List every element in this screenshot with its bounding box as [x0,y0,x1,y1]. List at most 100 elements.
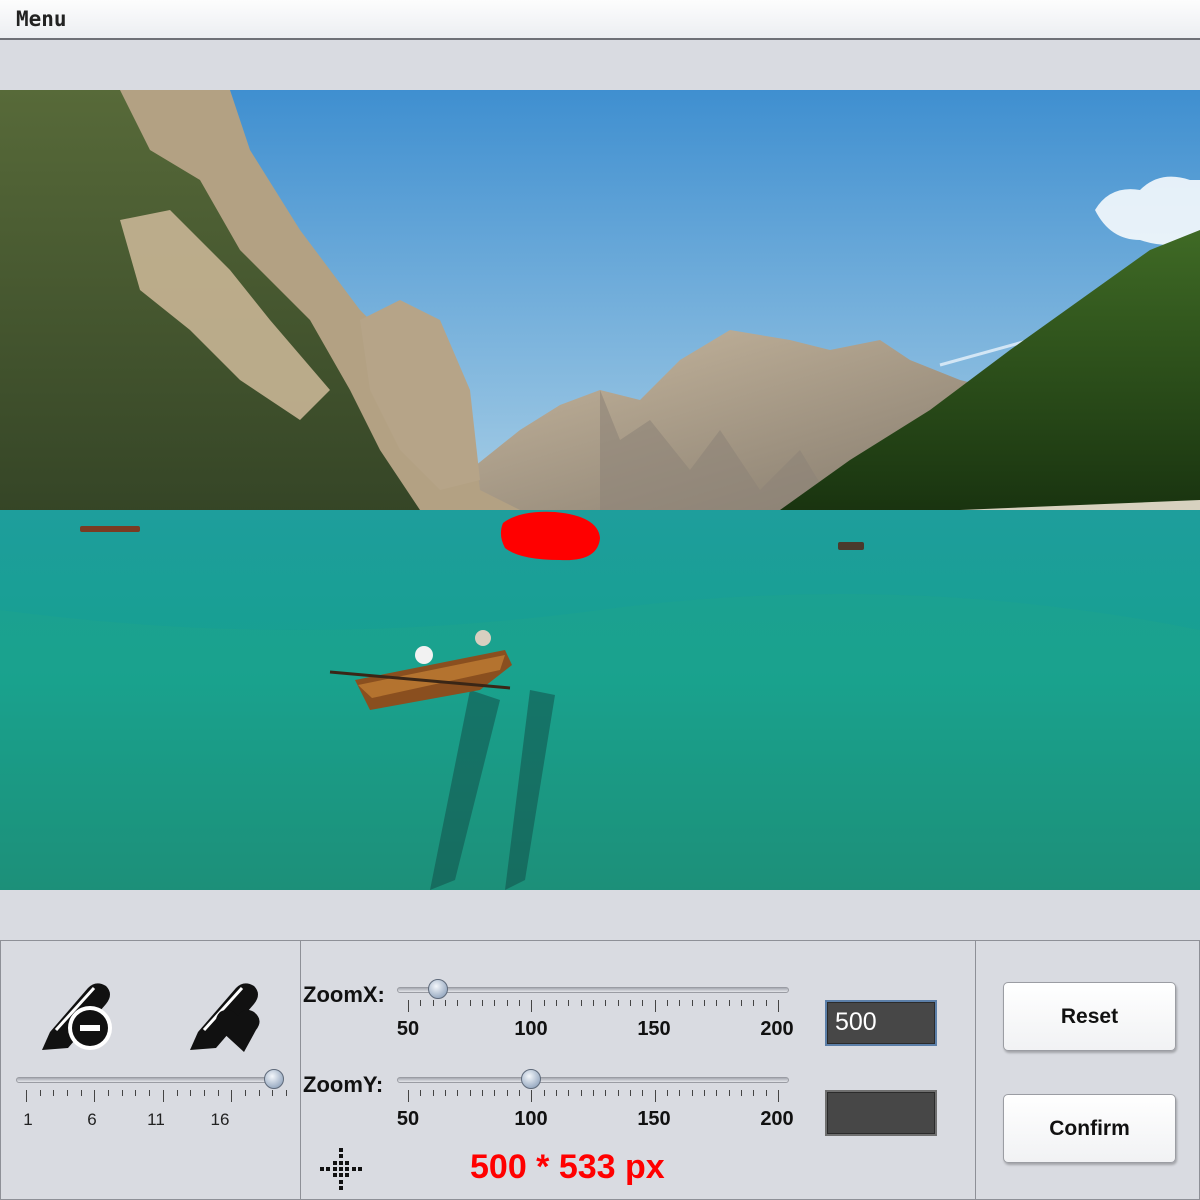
brush-size-thumb[interactable] [264,1069,284,1089]
image-size-readout: 500 * 533 px [470,1148,665,1186]
canvas-image[interactable] [0,90,1200,890]
zoom-x-thumb[interactable] [427,979,448,999]
zoom-x-field[interactable]: 500 [825,1000,937,1046]
tick-mark [667,1000,668,1006]
tick-mark [203,1090,205,1096]
tick-mark [728,1090,730,1096]
tick-mark [580,1000,582,1006]
zoom-y-tick-label: 100 [514,1108,548,1130]
tick-mark [432,1090,434,1096]
tick-mark [26,1090,27,1102]
tick-mark [162,1090,164,1102]
brush-size-ticks [26,1090,287,1104]
tick-mark [605,1000,607,1006]
tick-mark [457,1090,459,1096]
tick-mark [691,1000,693,1006]
zoom-y-tick-label: 50 [396,1108,420,1130]
tick-mark [531,1000,533,1012]
tick-mark [80,1090,82,1096]
tick-mark [457,1000,459,1006]
tick-mark [408,1000,409,1012]
tick-mark [617,1000,619,1006]
tick-mark [679,1090,681,1096]
tick-mark [445,1000,446,1006]
tick-mark [704,1000,705,1006]
tick-mark [67,1090,69,1096]
zoom-y-thumb[interactable] [521,1069,542,1089]
menu-menu[interactable]: Menu [16,7,67,31]
tick-mark [741,1000,742,1006]
tick-mark [765,1000,767,1006]
tick-mark [704,1090,705,1096]
tick-mark [420,1000,422,1006]
zoom-y-tick-label: 150 [637,1108,671,1130]
tick-mark [667,1090,668,1096]
tick-mark [568,1090,570,1096]
tick-mark [593,1000,594,1006]
tick-mark [741,1090,742,1096]
tick-mark [39,1090,41,1096]
tick-mark [630,1000,631,1006]
tick-mark [642,1090,644,1096]
tick-mark [519,1000,520,1006]
brush-size-track [16,1077,280,1083]
menu-bar: Menu [0,0,1200,40]
tick-mark [556,1000,557,1006]
pen-minus-icon[interactable] [36,978,116,1054]
tick-mark [543,1000,545,1006]
tick-mark [765,1090,767,1096]
brush-tick-label: 1 [23,1110,33,1129]
tick-mark [469,1000,471,1006]
tick-mark [593,1090,594,1096]
zoom-y-label: ZoomY: [303,1072,384,1097]
tick-mark [630,1090,631,1096]
drawing-canvas-area [0,42,1200,938]
tick-mark [691,1090,693,1096]
confirm-button[interactable]: Confirm [1003,1094,1176,1163]
tick-mark [753,1090,755,1096]
tick-mark [778,1090,779,1102]
zoom-x-tick-label: 100 [514,1018,548,1040]
tick-mark [654,1000,656,1012]
zoom-x-ticks [408,1000,779,1014]
zoom-y-field[interactable] [825,1090,937,1136]
tick-mark [506,1000,508,1006]
tick-mark [494,1090,496,1096]
tick-mark [135,1090,137,1096]
tick-mark [506,1090,508,1096]
tick-mark [108,1090,110,1096]
tick-mark [272,1090,274,1096]
zoom-x-tick-label: 200 [760,1018,794,1040]
tick-mark [654,1090,656,1102]
tick-mark [494,1000,496,1006]
tick-mark [445,1090,446,1096]
tick-mark [728,1000,730,1006]
tick-mark [53,1090,55,1096]
tick-mark [556,1090,557,1096]
tick-mark [408,1090,409,1102]
tick-mark [432,1000,434,1006]
tick-mark [580,1090,582,1096]
tick-mark [482,1000,483,1006]
pen-heart-icon[interactable] [186,978,266,1054]
reset-button[interactable]: Reset [1003,982,1176,1051]
brush-tick-label: 16 [210,1110,230,1129]
brush-tick-label: 11 [147,1110,165,1129]
tick-mark [190,1090,192,1096]
tick-mark [217,1090,219,1096]
tick-mark [286,1090,287,1096]
tick-mark [94,1090,96,1102]
tick-mark [716,1000,718,1006]
tick-mark [149,1090,151,1096]
tick-mark [176,1090,178,1096]
tick-mark [543,1090,545,1096]
tick-mark [420,1090,422,1096]
tick-mark [519,1090,520,1096]
move-crosshair-icon[interactable] [318,1146,364,1192]
tick-mark [679,1000,681,1006]
zoom-x-label: ZoomX: [303,982,385,1007]
zoom-y-track [397,1077,789,1083]
tick-mark [469,1090,471,1096]
tick-mark [568,1000,570,1006]
tick-mark [231,1090,233,1102]
